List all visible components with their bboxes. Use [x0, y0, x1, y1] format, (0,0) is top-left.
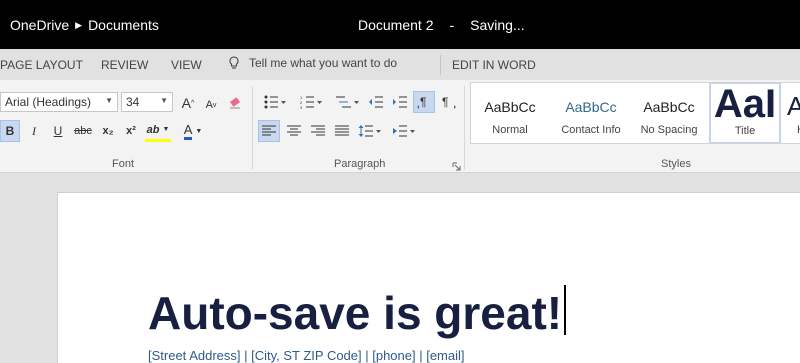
breadcrumb-onedrive[interactable]: OneDrive — [10, 17, 69, 33]
rtl-direction-button[interactable]: ¶ — [438, 91, 460, 113]
group-divider — [464, 86, 465, 170]
breadcrumb-separator-icon: ▶ — [75, 19, 83, 30]
svg-text:¶: ¶ — [442, 95, 448, 109]
paragraph-dialog-launcher-icon[interactable] — [452, 158, 461, 171]
text-cursor — [564, 285, 567, 335]
justify-button[interactable] — [331, 120, 353, 142]
style-sample: AaBbCc — [565, 99, 617, 115]
bullets-button[interactable] — [260, 91, 290, 113]
eraser-icon — [230, 97, 240, 109]
tell-me-text: Tell me what you want to do — [249, 56, 398, 70]
style-normal[interactable]: AaBbCc Normal — [471, 83, 549, 143]
style-title[interactable]: AaI Title — [709, 82, 781, 143]
font-color-label: A — [183, 122, 193, 140]
align-right-button[interactable] — [307, 120, 329, 142]
lightbulb-icon — [229, 56, 239, 69]
font-name-value: Arial (Headings) — [5, 95, 92, 109]
style-name: Normal — [492, 124, 528, 136]
address-line[interactable]: [Street Address] | [City, ST ZIP Code] |… — [148, 348, 465, 363]
ltr-direction-button[interactable]: ¶ — [413, 91, 435, 113]
ltr-paragraph-icon: ¶ — [417, 95, 426, 109]
underline-button[interactable]: U — [48, 120, 68, 142]
shrink-font-button[interactable]: Av — [202, 94, 220, 116]
style-sample: AaI — [713, 82, 777, 126]
font-group-label: Font — [112, 158, 135, 170]
group-divider — [252, 86, 253, 170]
font-name-select[interactable]: Arial (Headings) ▼ — [0, 92, 118, 112]
title-bar: OneDrive ▶ Documents Document 2- Saving..… — [0, 0, 800, 49]
style-contact-info[interactable]: AaBbCc Contact Info — [551, 83, 631, 143]
title-separator: - — [449, 17, 455, 33]
style-sample: AaBbCc — [643, 99, 695, 115]
document-canvas: Auto-save is great! [Street Address] | [… — [0, 173, 800, 363]
save-status: Saving... — [470, 17, 525, 33]
style-no-spacing[interactable]: AaBbCc No Spacing — [631, 83, 707, 143]
decrease-indent-button[interactable] — [366, 91, 386, 113]
style-sample: AaBbCc — [484, 99, 536, 115]
numbered-list-icon: 123 — [300, 95, 322, 109]
tab-page-layout[interactable]: PAGE LAYOUT — [0, 58, 83, 72]
align-left-icon — [262, 125, 276, 136]
justify-icon — [335, 125, 349, 136]
align-left-button[interactable] — [258, 120, 280, 142]
line-spacing-icon — [358, 125, 381, 137]
styles-gallery: AaBbCc Normal AaBbCc Contact Info AaBbCc… — [470, 82, 800, 144]
document-page[interactable]: Auto-save is great! [Street Address] | [… — [57, 192, 800, 363]
multilevel-list-icon — [336, 96, 359, 108]
menu-divider — [440, 55, 441, 75]
style-heading-1[interactable]: A H — [787, 83, 800, 143]
subscript-button[interactable]: x₂ — [99, 120, 117, 142]
svg-text:¶: ¶ — [420, 95, 426, 109]
chevron-down-icon: ▼ — [162, 126, 170, 133]
tab-review[interactable]: REVIEW — [101, 58, 148, 72]
document-title-area: Document 2- Saving... — [358, 17, 525, 33]
align-center-button[interactable] — [283, 120, 305, 142]
document-name[interactable]: Document 2 — [358, 17, 433, 33]
font-size-select[interactable]: 34 ▼ — [121, 92, 173, 112]
italic-button[interactable]: I — [24, 120, 44, 142]
shrink-font-label: A — [205, 99, 213, 111]
document-heading[interactable]: Auto-save is great! — [148, 285, 567, 340]
paragraph-group-label: Paragraph — [334, 158, 386, 170]
svg-text:3: 3 — [300, 105, 303, 109]
heading-text: Auto-save is great! — [148, 287, 563, 339]
chevron-down-icon: ▼ — [105, 96, 113, 105]
ribbon-tabs: PAGE LAYOUT REVIEW VIEW Tell me what you… — [0, 49, 800, 80]
indent-icon — [393, 96, 407, 108]
ribbon: Arial (Headings) ▼ 34 ▼ A ^ Av B I U abc … — [0, 80, 800, 173]
tab-view[interactable]: VIEW — [171, 58, 202, 72]
font-size-value: 34 — [126, 95, 140, 109]
outdent-icon — [369, 96, 383, 108]
paragraph-spacing-icon — [393, 125, 415, 137]
breadcrumb: OneDrive ▶ Documents — [10, 17, 159, 33]
paragraph-spacing-button[interactable] — [390, 120, 418, 142]
strikethrough-button[interactable]: abc — [72, 120, 94, 142]
line-spacing-button[interactable] — [356, 120, 384, 142]
font-color-button[interactable]: A ▼ — [180, 120, 206, 142]
highlight-label: ab — [146, 123, 160, 136]
superscript-button[interactable]: x² — [122, 120, 140, 142]
style-name: No Spacing — [640, 124, 698, 136]
chevron-down-icon: ▼ — [195, 127, 203, 135]
align-center-icon — [287, 125, 301, 136]
grow-font-button[interactable]: A ^ — [178, 92, 198, 114]
breadcrumb-documents[interactable]: Documents — [88, 17, 159, 33]
styles-group-label: Styles — [661, 158, 691, 170]
chevron-down-icon: ▼ — [160, 96, 168, 105]
style-name: Title — [734, 125, 756, 137]
increase-indent-button[interactable] — [390, 91, 410, 113]
style-sample: A — [787, 91, 800, 122]
tell-me-box[interactable]: Tell me what you want to do — [227, 56, 397, 70]
clear-formatting-button[interactable] — [225, 92, 245, 114]
align-right-icon — [311, 125, 325, 136]
bold-button[interactable]: B — [0, 120, 20, 142]
style-name: Contact Info — [561, 124, 621, 136]
highlight-color-button[interactable]: ab ▼ — [145, 120, 171, 142]
multilevel-list-button[interactable] — [332, 91, 362, 113]
rtl-paragraph-icon: ¶ — [442, 95, 456, 109]
bullet-list-icon — [264, 95, 286, 109]
grow-font-label: A — [181, 95, 192, 111]
edit-in-word-button[interactable]: EDIT IN WORD — [452, 58, 536, 72]
numbering-button[interactable]: 123 — [296, 91, 326, 113]
